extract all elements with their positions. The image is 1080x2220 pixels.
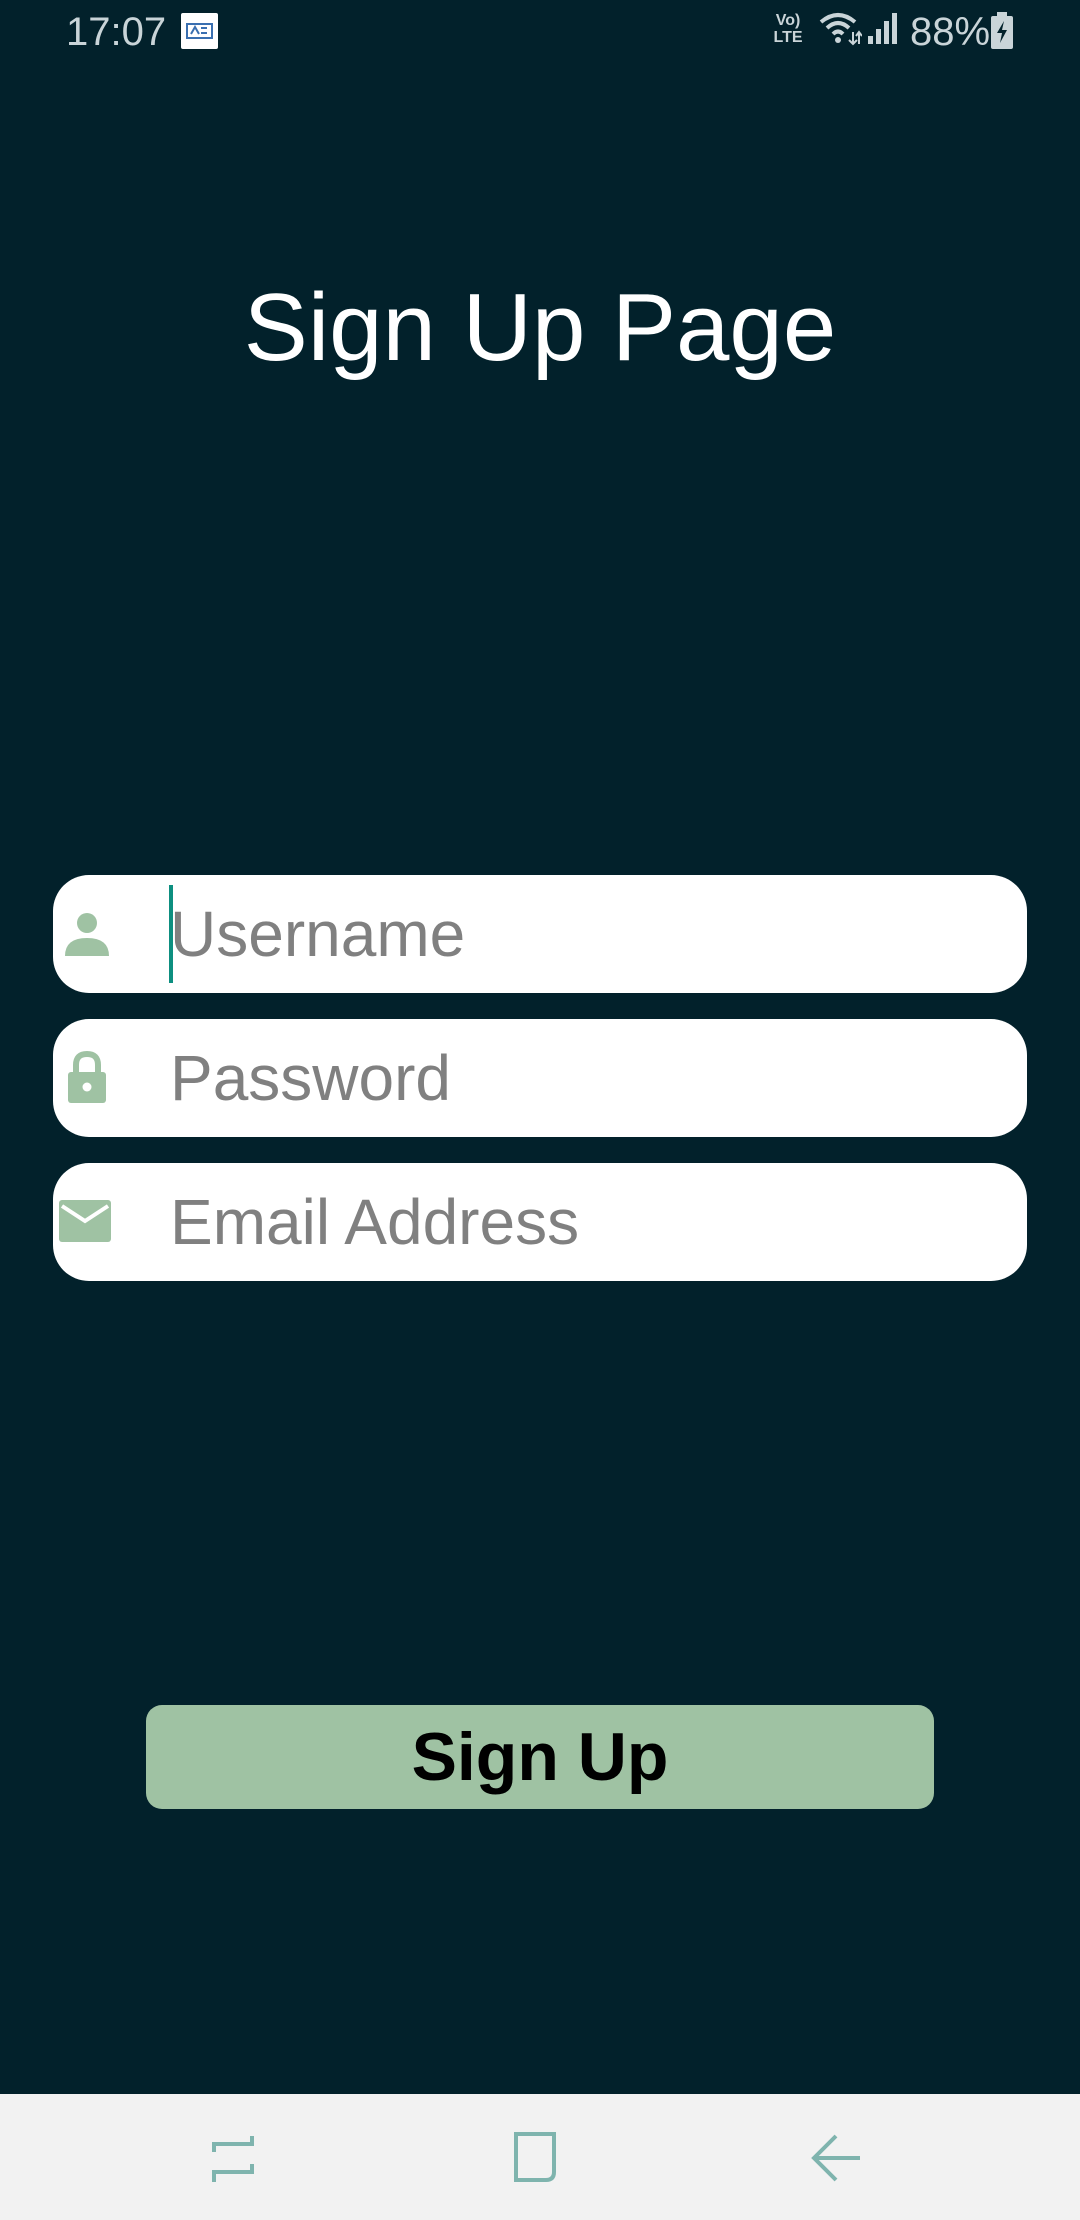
volte-icon: Vo) LTE <box>773 12 803 46</box>
email-field[interactable] <box>53 1163 1027 1281</box>
battery-percentage: 88% <box>910 10 991 54</box>
person-icon <box>61 908 113 960</box>
status-time: 17:07 <box>66 10 167 54</box>
notification-icon <box>181 13 218 49</box>
username-field[interactable] <box>53 875 1027 993</box>
home-icon[interactable] <box>500 2124 570 2194</box>
password-input[interactable] <box>170 1019 1010 1137</box>
battery-charging-icon <box>990 12 1014 55</box>
username-input[interactable] <box>170 875 1010 993</box>
email-input[interactable] <box>170 1163 1010 1281</box>
status-bar: 17:07 Vo) LTE 88% <box>0 0 1080 64</box>
back-icon[interactable] <box>802 2124 872 2194</box>
page-title: Sign Up Page <box>243 274 837 381</box>
password-field[interactable] <box>53 1019 1027 1137</box>
wifi-icon <box>818 10 863 51</box>
sign-up-screen: 17:07 Vo) LTE 88% Sign Up Page Username … <box>0 0 1080 2220</box>
signal-icon <box>866 12 900 51</box>
envelope-icon <box>57 1198 111 1250</box>
lock-icon <box>61 1049 113 1103</box>
navigation-bar <box>0 2094 1080 2220</box>
sign-up-button[interactable]: Sign Up <box>146 1705 934 1809</box>
recents-icon[interactable] <box>198 2124 268 2194</box>
